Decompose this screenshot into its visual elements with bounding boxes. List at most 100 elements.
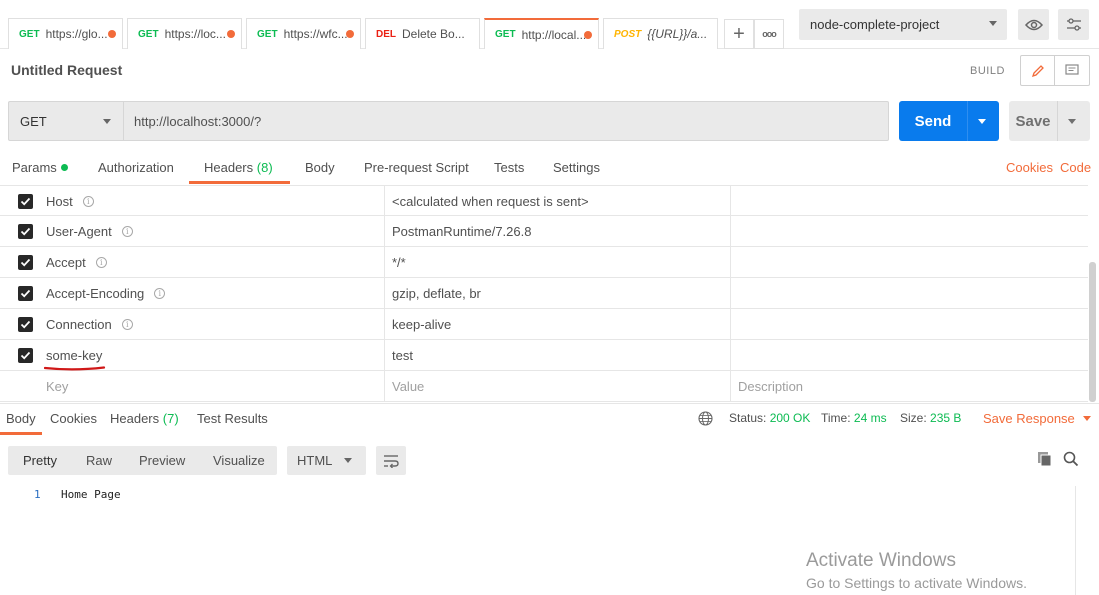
- info-icon[interactable]: i: [82, 196, 94, 207]
- environment-quick-look-button[interactable]: [1018, 9, 1049, 40]
- format-raw-button[interactable]: Raw: [86, 453, 112, 468]
- cookies-link[interactable]: Cookies: [1006, 160, 1053, 175]
- edit-mode-button[interactable]: [1021, 56, 1056, 85]
- info-icon[interactable]: i: [121, 319, 133, 330]
- request-title[interactable]: Untitled Request: [11, 62, 122, 78]
- checkmark-icon: [20, 289, 31, 298]
- tab-authorization[interactable]: Authorization: [98, 160, 174, 175]
- response-time[interactable]: Time: 24 ms: [821, 411, 887, 425]
- request-tab-active[interactable]: GET http://local...: [484, 18, 599, 49]
- request-tab[interactable]: POST {{URL}}/a...: [603, 18, 718, 49]
- header-key: Accept-Encoding: [46, 286, 145, 301]
- response-size[interactable]: Size: 235 B: [900, 411, 961, 425]
- new-key-input[interactable]: Key: [46, 379, 68, 394]
- tab-title: https://loc...: [164, 27, 226, 41]
- header-value-cell[interactable]: PostmanRuntime/7.26.8: [392, 224, 531, 239]
- chevron-down-icon: [989, 21, 997, 26]
- header-key-cell[interactable]: Accept-Encoding i: [46, 286, 166, 301]
- globe-icon[interactable]: [698, 411, 713, 426]
- time-label: Time:: [821, 411, 851, 425]
- tab-response-headers[interactable]: Headers (7): [110, 411, 179, 426]
- manage-environments-button[interactable]: [1058, 9, 1089, 40]
- header-key-cell[interactable]: Accept i: [46, 255, 107, 270]
- save-button[interactable]: Save: [1009, 101, 1090, 141]
- info-icon[interactable]: i: [154, 288, 166, 299]
- header-key: Accept: [46, 255, 86, 270]
- header-enabled-checkbox[interactable]: [18, 348, 33, 363]
- mode-switcher: [1020, 55, 1090, 86]
- header-value-cell[interactable]: keep-alive: [392, 317, 451, 332]
- header-enabled-checkbox[interactable]: [18, 286, 33, 301]
- format-preview-button[interactable]: Preview: [139, 453, 185, 468]
- environment-select[interactable]: node-complete-project: [799, 9, 1007, 40]
- request-tab[interactable]: GET https://wfc...: [246, 18, 361, 49]
- column-divider: [384, 185, 385, 402]
- copy-icon[interactable]: [1037, 451, 1053, 467]
- headers-scrollbar[interactable]: [1089, 262, 1096, 402]
- request-tab[interactable]: GET https://loc...: [127, 18, 242, 49]
- header-key-cell[interactable]: User-Agent i: [46, 224, 133, 239]
- tab-test-results[interactable]: Test Results: [197, 411, 268, 426]
- tab-options-button[interactable]: ooo: [754, 19, 784, 49]
- tab-params-label: Params: [12, 160, 57, 175]
- tab-prerequest-script[interactable]: Pre-request Script: [364, 160, 469, 175]
- wrap-lines-button[interactable]: [376, 446, 406, 475]
- url-input[interactable]: http://localhost:3000/?: [124, 101, 889, 141]
- request-tab-bar: GET https://glo... GET https://loc... GE…: [0, 0, 1099, 49]
- tab-title: https://glo...: [45, 27, 108, 41]
- header-key-cell[interactable]: Host i: [46, 194, 94, 209]
- tab-response-cookies[interactable]: Cookies: [50, 411, 97, 426]
- search-icon[interactable]: [1063, 451, 1079, 467]
- format-visualize-button[interactable]: Visualize: [213, 453, 265, 468]
- tab-tests[interactable]: Tests: [494, 160, 524, 175]
- new-description-input[interactable]: Description: [738, 379, 803, 394]
- header-key-cell[interactable]: Connection i: [46, 317, 133, 332]
- header-enabled-checkbox[interactable]: [18, 255, 33, 270]
- info-icon[interactable]: i: [121, 226, 133, 237]
- build-label: BUILD: [970, 65, 1005, 77]
- response-language-select[interactable]: HTML: [287, 446, 366, 475]
- more-icon: ooo: [762, 29, 776, 39]
- header-key-cell[interactable]: some-key: [46, 348, 102, 363]
- send-options-chevron-icon[interactable]: [978, 118, 986, 124]
- header-value-cell[interactable]: <calculated when request is sent>: [392, 194, 589, 209]
- unsaved-dot-icon: [584, 31, 592, 39]
- comment-icon: [1065, 64, 1079, 75]
- wrap-lines-icon: [384, 454, 399, 468]
- format-pretty-button[interactable]: Pretty: [23, 453, 57, 468]
- new-value-input[interactable]: Value: [392, 379, 424, 394]
- checkmark-icon: [20, 227, 31, 236]
- status-value: 200 OK: [769, 411, 811, 425]
- header-value-cell[interactable]: gzip, deflate, br: [392, 286, 481, 301]
- response-scrollbar-track[interactable]: [1075, 486, 1076, 595]
- checkmark-icon: [20, 351, 31, 360]
- send-button[interactable]: Send: [899, 101, 999, 141]
- table-row: Connection i keep-alive: [0, 309, 1088, 340]
- info-icon[interactable]: i: [95, 257, 107, 268]
- header-enabled-checkbox[interactable]: [18, 194, 33, 209]
- tab-params[interactable]: Params: [12, 160, 68, 175]
- header-enabled-checkbox[interactable]: [18, 317, 33, 332]
- tab-response-headers-label: Headers: [110, 411, 160, 426]
- request-tab[interactable]: GET https://glo...: [8, 18, 123, 49]
- tab-headers[interactable]: Headers (8): [204, 160, 273, 175]
- tab-body[interactable]: Body: [305, 160, 335, 175]
- header-enabled-checkbox[interactable]: [18, 224, 33, 239]
- comments-button[interactable]: [1055, 56, 1089, 85]
- save-response-button[interactable]: Save Response: [983, 411, 1091, 426]
- line-number: 1: [34, 488, 41, 501]
- tab-settings[interactable]: Settings: [553, 160, 600, 175]
- new-tab-button[interactable]: +: [724, 19, 754, 49]
- tab-response-body[interactable]: Body: [6, 411, 36, 426]
- response-body-line[interactable]: Home Page: [61, 488, 121, 501]
- header-value-cell[interactable]: test: [392, 348, 413, 363]
- save-options-chevron-icon[interactable]: [1068, 118, 1076, 124]
- tab-method: POST: [614, 28, 642, 40]
- http-method-select[interactable]: GET: [8, 101, 124, 141]
- header-key: Connection: [46, 317, 112, 332]
- request-tab[interactable]: DEL Delete Bo...: [365, 18, 480, 49]
- response-status[interactable]: Status: 200 OK: [729, 411, 810, 425]
- code-link[interactable]: Code: [1060, 160, 1091, 175]
- header-value-cell[interactable]: */*: [392, 255, 406, 270]
- checkmark-icon: [20, 258, 31, 267]
